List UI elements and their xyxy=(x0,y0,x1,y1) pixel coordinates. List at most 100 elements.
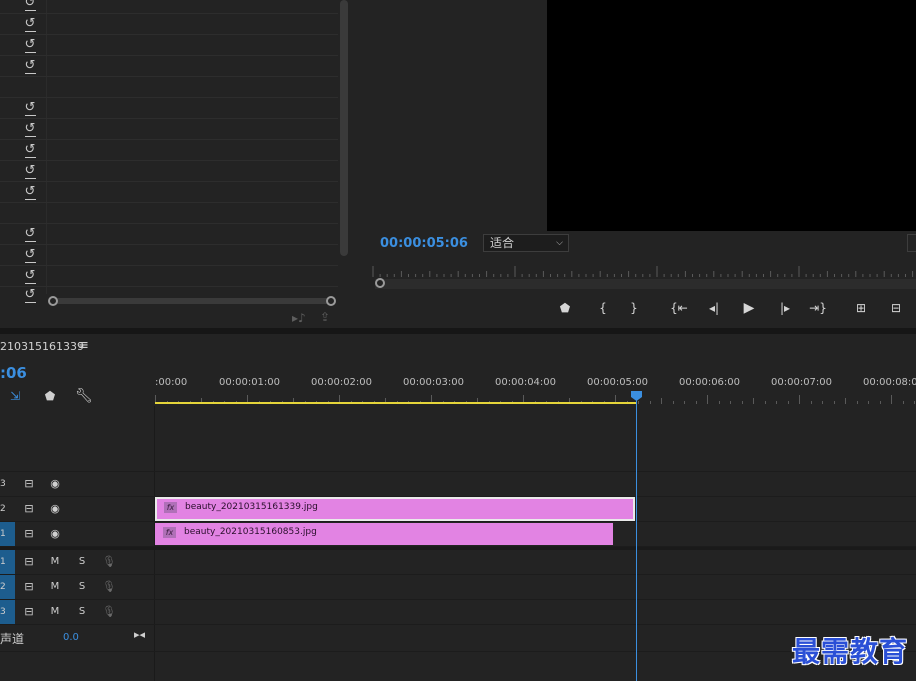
track-target[interactable]: 1 xyxy=(0,550,15,574)
eye-icon[interactable]: ◉ xyxy=(48,522,62,546)
track-lane[interactable] xyxy=(155,406,916,471)
reset-icon[interactable]: ↺ xyxy=(23,164,37,179)
effect-controls-horizontal-scrollbar[interactable] xyxy=(48,295,336,307)
track-target[interactable]: 2 xyxy=(0,497,15,521)
sequence-tab[interactable]: 210315161339 xyxy=(0,340,84,353)
sync-lock-icon[interactable]: ⊟ xyxy=(22,497,36,521)
effect-group-row xyxy=(0,203,338,224)
effect-row: ↺ xyxy=(0,161,338,182)
eye-icon[interactable]: ◉ xyxy=(48,497,62,521)
ruler-tick xyxy=(856,401,858,404)
play-icon[interactable]: ▶ xyxy=(738,298,760,318)
reset-icon[interactable]: ↺ xyxy=(23,227,37,242)
reset-icon[interactable]: ↺ xyxy=(23,143,37,158)
go-to-end-icon[interactable]: ▸◂ xyxy=(134,628,145,641)
track-target[interactable]: 3 xyxy=(0,472,15,496)
panel-menu-icon[interactable]: ≡ xyxy=(78,338,89,353)
ruler-tick xyxy=(914,401,915,404)
time-ruler[interactable]: :00:00 00:00:01:00 00:00:02:00 00:00:03:… xyxy=(155,370,916,406)
go-to-in-icon[interactable]: {⇤ xyxy=(668,298,690,318)
ruler-label: 00:00:03:00 xyxy=(403,377,465,388)
mark-out-icon[interactable]: } xyxy=(623,298,645,318)
reset-icon[interactable]: ↺ xyxy=(23,248,37,263)
solo-button[interactable]: S xyxy=(75,575,89,599)
reset-icon[interactable]: ↺ xyxy=(23,38,37,53)
effect-row: ↺ xyxy=(0,56,338,77)
clip-beauty-160853[interactable]: fx beauty_20210315160853.jpg xyxy=(155,523,613,545)
track-target[interactable]: 2 xyxy=(0,575,15,599)
lift-icon[interactable]: ⊞ xyxy=(850,298,872,318)
wrench-icon[interactable]: 🔧︎ xyxy=(75,388,93,404)
mark-in-icon[interactable]: { xyxy=(592,298,614,318)
sync-lock-icon[interactable]: ⊟ xyxy=(22,575,36,599)
ruler-tick xyxy=(787,401,789,404)
ruler-tick xyxy=(661,398,662,404)
reset-icon[interactable]: ↺ xyxy=(23,288,37,303)
video-track-v2: 2 ⊟ ◉ fx beauty_20210315161339.jpg xyxy=(0,497,916,522)
resolution-select[interactable] xyxy=(907,234,916,252)
sync-lock-icon[interactable]: ⊟ xyxy=(22,550,36,574)
track-lane[interactable] xyxy=(155,575,916,599)
ruler-tick xyxy=(684,401,685,404)
add-marker-icon[interactable]: ⬟ xyxy=(42,388,58,404)
audio-only-icon[interactable]: ▸♪ xyxy=(292,311,306,325)
chevron-down-icon: ⌵ xyxy=(556,238,563,248)
ruler-tick xyxy=(799,395,800,404)
program-scrub-bar[interactable] xyxy=(375,279,916,289)
mute-button[interactable]: M xyxy=(48,600,62,624)
track-lane[interactable] xyxy=(155,550,916,574)
solo-button[interactable]: S xyxy=(75,550,89,574)
reset-icon[interactable]: ↺ xyxy=(23,59,37,74)
program-scrub-handle[interactable] xyxy=(375,278,385,288)
ruler-label: 00:00:04:00 xyxy=(495,377,557,388)
microphone-icon[interactable]: 🎙︎ xyxy=(102,575,116,599)
export-frame-icon[interactable]: ⇪ xyxy=(320,310,330,324)
step-forward-icon[interactable]: |▸ xyxy=(774,298,796,318)
effect-row: ↺ xyxy=(0,14,338,35)
effect-controls-vertical-scrollbar[interactable] xyxy=(340,0,348,256)
clip-beauty-161339[interactable]: fx beauty_20210315161339.jpg xyxy=(155,497,635,521)
watermark-logo: 最需教育 xyxy=(792,635,909,668)
go-to-out-icon[interactable]: ⇥} xyxy=(807,298,829,318)
ruler-tick xyxy=(845,398,846,404)
timeline-timecode[interactable]: :06 xyxy=(0,364,27,382)
video-track-v1: 1 ⊟ ◉ fx beauty_20210315160853.jpg xyxy=(0,522,916,547)
mute-button[interactable]: M xyxy=(48,575,62,599)
track-target[interactable]: 3 xyxy=(0,600,15,624)
reset-icon[interactable]: ↺ xyxy=(23,122,37,137)
add-marker-icon[interactable]: ⬟ xyxy=(554,298,576,318)
master-track-label: 声道 xyxy=(0,632,25,646)
microphone-icon[interactable]: 🎙︎ xyxy=(102,550,116,574)
eye-icon[interactable]: ◉ xyxy=(48,472,62,496)
ruler-tick xyxy=(776,401,777,404)
reset-icon[interactable]: ↺ xyxy=(23,17,37,32)
scroll-start-handle[interactable] xyxy=(48,296,58,306)
sync-lock-icon[interactable]: ⊟ xyxy=(22,600,36,624)
track-lane[interactable] xyxy=(155,472,916,496)
program-timecode[interactable]: 00:00:05:06 xyxy=(380,236,468,251)
scrollbar-thumb[interactable] xyxy=(52,298,332,304)
scroll-end-handle[interactable] xyxy=(326,296,336,306)
sync-lock-icon[interactable]: ⊟ xyxy=(22,522,36,546)
track-lane[interactable] xyxy=(155,600,916,624)
ruler-tick xyxy=(879,401,881,404)
ruler-tick xyxy=(638,401,639,404)
mute-button[interactable]: M xyxy=(48,550,62,574)
ruler-label: 00:00:05:00 xyxy=(587,377,649,388)
reset-icon[interactable]: ↺ xyxy=(23,185,37,200)
reset-icon[interactable]: ↺ xyxy=(23,269,37,284)
master-volume-value[interactable]: 0.0 xyxy=(63,632,79,643)
ruler-tick xyxy=(902,401,904,404)
program-mini-ruler xyxy=(372,266,914,277)
reset-icon[interactable]: ↺ xyxy=(23,0,37,11)
sync-lock-icon[interactable]: ⊟ xyxy=(22,472,36,496)
fit-zoom-select[interactable]: 适合 ⌵ xyxy=(483,234,569,252)
solo-button[interactable]: S xyxy=(75,600,89,624)
snap-icon[interactable]: ⇲ xyxy=(7,388,23,404)
work-area-bar[interactable] xyxy=(155,402,636,404)
track-target[interactable]: 1 xyxy=(0,522,15,546)
microphone-icon[interactable]: 🎙︎ xyxy=(102,600,116,624)
extract-icon[interactable]: ⊟ xyxy=(885,298,907,318)
step-back-icon[interactable]: ◂| xyxy=(703,298,725,318)
reset-icon[interactable]: ↺ xyxy=(23,101,37,116)
